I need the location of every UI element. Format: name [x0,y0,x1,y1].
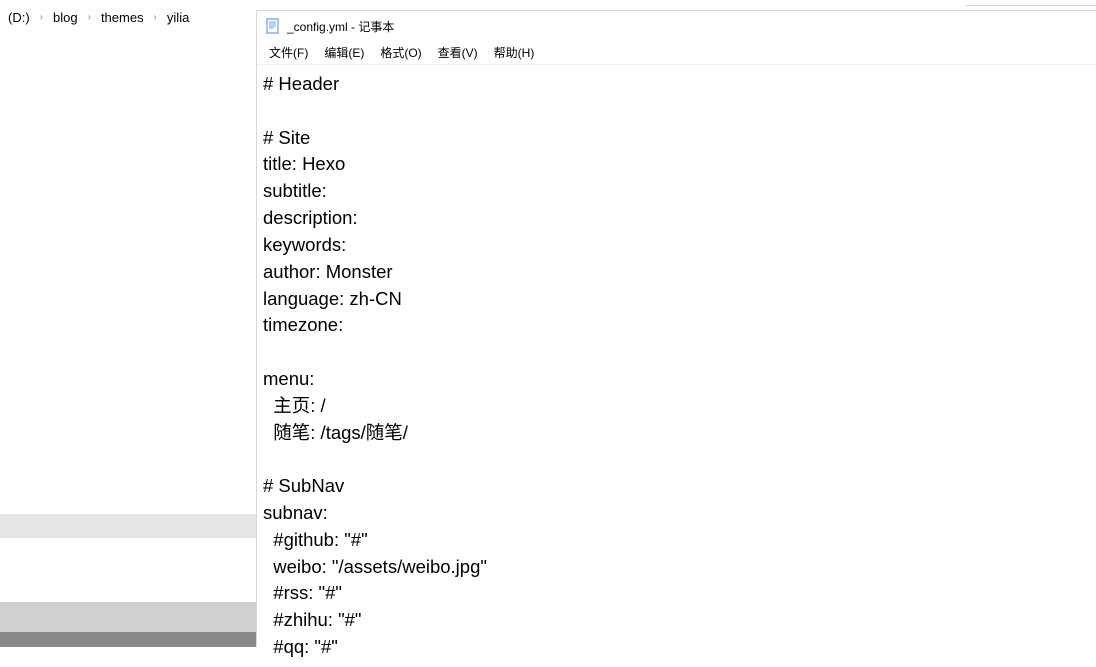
menu-format[interactable]: 格式(O) [372,41,429,64]
explorer-row-highlight [0,602,256,632]
menu-edit[interactable]: 编辑(E) [316,41,372,64]
breadcrumb-item-themes[interactable]: themes [97,8,148,27]
explorer-row-highlight [0,514,256,538]
window-title: _config.yml - 记事本 [287,18,394,35]
chevron-right-icon: › [38,12,45,23]
menu-view[interactable]: 查看(V) [430,41,486,64]
chevron-right-icon: › [86,12,93,23]
notepad-window: _config.yml - 记事本 文件(F) 编辑(E) 格式(O) 查看(V… [256,10,1096,647]
notepad-icon [265,18,281,34]
chevron-right-icon: › [152,12,159,23]
breadcrumb: (D:) › blog › themes › yilia [0,0,256,34]
breadcrumb-item-blog[interactable]: blog [49,8,82,27]
menu-help[interactable]: 帮助(H) [486,41,543,64]
menu-bar: 文件(F) 编辑(E) 格式(O) 查看(V) 帮助(H) [257,41,1096,65]
breadcrumb-item-yilia[interactable]: yilia [163,8,193,27]
explorer-statusbar [0,632,256,647]
breadcrumb-drive[interactable]: (D:) [4,8,34,27]
explorer-panel: (D:) › blog › themes › yilia [0,0,256,647]
window-edge-fragment [966,0,1096,6]
menu-file[interactable]: 文件(F) [261,41,316,64]
editor-content[interactable]: # Header # Site title: Hexo subtitle: de… [257,65,1096,667]
title-bar[interactable]: _config.yml - 记事本 [257,11,1096,41]
